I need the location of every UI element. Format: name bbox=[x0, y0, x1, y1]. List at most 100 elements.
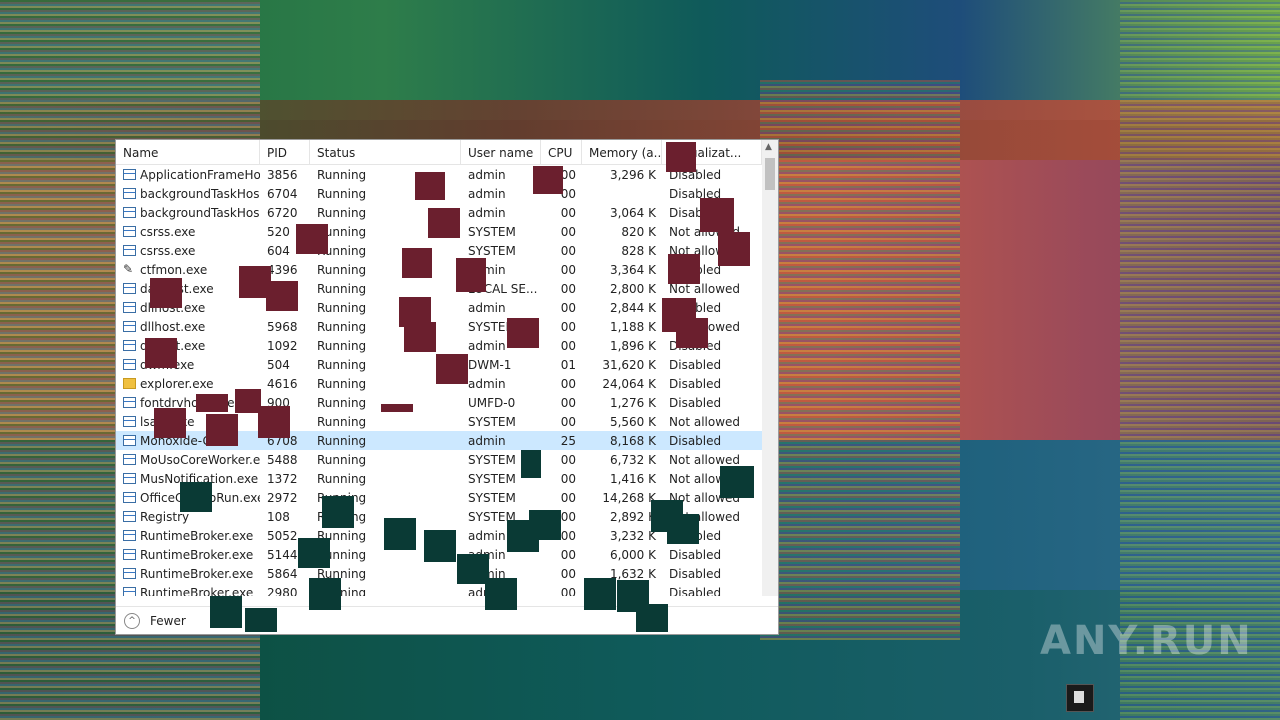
glitch-block bbox=[245, 608, 277, 632]
folder-icon bbox=[123, 378, 136, 389]
process-name-cell: backgroundTaskHos... bbox=[116, 206, 260, 220]
window-icon bbox=[123, 207, 136, 218]
process-user: admin bbox=[468, 433, 506, 448]
process-cpu: 00 bbox=[560, 585, 576, 597]
window-icon bbox=[123, 283, 136, 294]
process-status: Running bbox=[317, 319, 367, 334]
glitch-block bbox=[584, 578, 616, 610]
process-memory: 1,896 K bbox=[609, 338, 656, 353]
fewer-details-button[interactable]: ^ Fewer bbox=[124, 613, 186, 629]
tray-icon[interactable] bbox=[1066, 684, 1094, 712]
process-row[interactable]: MusNotification.exe 1372 Running SYSTEM 00 1,… bbox=[116, 469, 762, 488]
process-virtualization: Disabled bbox=[669, 395, 722, 410]
glitch-block bbox=[150, 278, 182, 308]
process-status: Running bbox=[317, 300, 367, 315]
process-pid: 5968 bbox=[267, 319, 298, 334]
process-name: ApplicationFrameHo... bbox=[140, 167, 260, 182]
process-user: admin bbox=[468, 205, 506, 220]
process-cpu: 00 bbox=[560, 376, 576, 391]
process-name-cell: Monoxide-G... bbox=[116, 434, 260, 448]
scrollbar-thumb[interactable] bbox=[765, 158, 775, 190]
process-user: SYSTEM bbox=[468, 414, 516, 429]
process-name: RuntimeBroker.exe bbox=[140, 585, 254, 597]
process-memory: 3,232 K bbox=[609, 528, 656, 543]
process-memory: 1,276 K bbox=[609, 395, 656, 410]
process-memory: 3,296 K bbox=[609, 167, 656, 182]
process-name-cell: dllhost.exe bbox=[116, 301, 260, 315]
window-icon bbox=[123, 549, 136, 560]
process-pid: 3856 bbox=[267, 167, 298, 182]
process-row[interactable]: csrss.exe 604 Running SYSTEM 00 828 K Not allo… bbox=[116, 241, 762, 260]
process-memory: 6,732 K bbox=[609, 452, 656, 467]
glitch-block bbox=[154, 408, 186, 438]
scroll-up-icon[interactable]: ▲ bbox=[765, 142, 772, 152]
process-name-cell: RuntimeBroker.exe bbox=[116, 529, 260, 543]
process-name: ctfmon.exe bbox=[140, 262, 208, 277]
glitch-block bbox=[309, 578, 341, 610]
process-name-cell: lsass.exe bbox=[116, 415, 260, 429]
process-cpu: 00 bbox=[560, 414, 576, 429]
chevron-up-icon: ^ bbox=[124, 613, 140, 629]
process-memory: 1,416 K bbox=[609, 471, 656, 486]
process-row[interactable]: dllhost.exe1092Runningadmin001,896 KDisa… bbox=[116, 336, 762, 355]
process-row[interactable]: RuntimeBroker.exe5864Runningadmin001,632… bbox=[116, 564, 762, 583]
window-icon bbox=[123, 245, 136, 256]
process-virtualization: Disabled bbox=[669, 433, 722, 448]
window-icon bbox=[123, 568, 136, 579]
process-virtualization: Disabled bbox=[669, 357, 722, 372]
process-cpu: 25 bbox=[560, 433, 576, 448]
process-memory: 24,064 K bbox=[602, 376, 656, 391]
window-icon bbox=[123, 226, 136, 237]
process-memory: 6,000 K bbox=[609, 547, 656, 562]
window-icon bbox=[123, 511, 136, 522]
window-icon bbox=[123, 321, 136, 332]
process-user: DWM-1 bbox=[468, 357, 512, 372]
glitch-block bbox=[145, 338, 177, 368]
process-name: RuntimeBroker.exe bbox=[140, 547, 254, 562]
process-cpu: 00 bbox=[560, 471, 576, 486]
glitch-block bbox=[718, 232, 750, 266]
window-icon bbox=[123, 169, 136, 180]
process-row[interactable]: ✎ctfmon.exe4396Runningadmin003,364 KDisa… bbox=[116, 260, 762, 279]
process-name: backgroundTaskHos... bbox=[140, 205, 260, 220]
process-row[interactable]: dasHost.exeRunningLOCAL SE...002,800 KNo… bbox=[116, 279, 762, 298]
glitch-block bbox=[402, 248, 432, 278]
window-icon bbox=[123, 416, 136, 427]
process-name: csrss.exe bbox=[140, 243, 196, 258]
process-memory: 31,620 K bbox=[602, 357, 656, 372]
process-name: explorer.exe bbox=[140, 376, 214, 391]
glitch-block bbox=[507, 318, 539, 348]
glitch-block bbox=[381, 404, 413, 412]
column-name[interactable]: ^ Name bbox=[116, 140, 260, 164]
glitch-block bbox=[667, 514, 699, 544]
process-name-cell: RuntimeBroker.exe bbox=[116, 548, 260, 562]
process-row[interactable]: MoUsoCoreWorker.e... 5488 Running SYSTEM 00 6… bbox=[116, 450, 762, 469]
process-cpu: 00 bbox=[560, 547, 576, 562]
glitch-block bbox=[529, 510, 561, 540]
column-user-name[interactable]: User name bbox=[461, 140, 541, 164]
glitch-block bbox=[415, 172, 445, 200]
process-memory: 820 K bbox=[621, 224, 656, 239]
glitch-block bbox=[720, 466, 754, 498]
column-cpu[interactable]: CPU bbox=[541, 140, 582, 164]
column-memory[interactable]: Memory (a... bbox=[582, 140, 662, 164]
window-icon bbox=[123, 492, 136, 503]
vertical-scrollbar[interactable]: ▲ bbox=[762, 140, 778, 596]
process-pid: 2980 bbox=[267, 585, 298, 597]
glitch-block bbox=[436, 354, 468, 384]
glitch-block bbox=[533, 166, 563, 194]
process-name-cell: csrss.exe bbox=[116, 244, 260, 258]
process-user: SYSTEM bbox=[468, 490, 516, 505]
column-pid[interactable]: PID bbox=[260, 140, 310, 164]
glitch-block bbox=[428, 208, 460, 238]
window-icon bbox=[123, 397, 136, 408]
process-memory: 2,892 K bbox=[609, 509, 656, 524]
process-status: Running bbox=[317, 452, 367, 467]
window-icon bbox=[123, 587, 136, 596]
column-status[interactable]: Status bbox=[310, 140, 461, 164]
process-pid: 2972 bbox=[267, 490, 298, 505]
process-name: csrss.exe bbox=[140, 224, 196, 239]
process-memory: 2,800 K bbox=[609, 281, 656, 296]
glitch-block bbox=[322, 496, 354, 528]
process-row[interactable]: RuntimeBroker.exe2980Runningadmin00Disab… bbox=[116, 583, 762, 596]
